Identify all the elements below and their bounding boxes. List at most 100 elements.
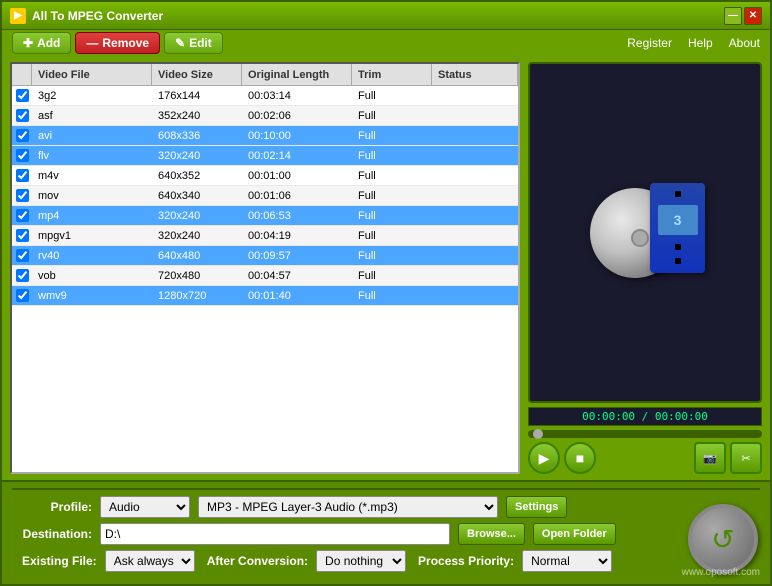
app-icon: ▶ bbox=[10, 8, 26, 24]
priority-label: Process Priority: bbox=[414, 554, 514, 568]
seek-bar[interactable] bbox=[528, 430, 762, 438]
col-header-length: Original Length bbox=[242, 64, 352, 85]
convert-button[interactable]: ↺ bbox=[688, 504, 758, 574]
register-link[interactable]: Register bbox=[627, 36, 672, 50]
priority-select[interactable]: NormalHighLowIdle bbox=[522, 550, 612, 572]
row-trim: Full bbox=[352, 90, 432, 102]
row-length: 00:04:19 bbox=[242, 230, 352, 242]
help-link[interactable]: Help bbox=[688, 36, 713, 50]
title-bar-controls: — ✕ bbox=[724, 7, 762, 25]
remove-button[interactable]: — Remove bbox=[75, 32, 160, 54]
row-size: 1280x720 bbox=[152, 290, 242, 302]
preview-screen: 3 bbox=[528, 62, 762, 403]
row-file: avi bbox=[32, 130, 152, 142]
add-label: Add bbox=[37, 36, 60, 50]
disc-center bbox=[631, 229, 649, 247]
row-file: mpgv1 bbox=[32, 230, 152, 242]
film-hole-3 bbox=[675, 258, 681, 264]
destination-row: Destination: Browse... Open Folder bbox=[22, 523, 750, 545]
seek-thumb[interactable] bbox=[533, 429, 543, 439]
row-checkbox[interactable] bbox=[12, 269, 32, 282]
table-row[interactable]: 3g2 176x144 00:03:14 Full bbox=[12, 86, 518, 106]
row-trim: Full bbox=[352, 250, 432, 262]
row-size: 176x144 bbox=[152, 90, 242, 102]
row-checkbox[interactable] bbox=[12, 289, 32, 302]
open-folder-button[interactable]: Open Folder bbox=[533, 523, 616, 545]
clip-button[interactable]: ✂ bbox=[730, 442, 762, 474]
menu-right: Register Help About bbox=[627, 36, 760, 50]
edit-label: Edit bbox=[189, 36, 212, 50]
player-left: ▶ ■ bbox=[528, 442, 596, 474]
edit-button[interactable]: ✎ Edit bbox=[164, 32, 223, 54]
row-checkbox[interactable] bbox=[12, 169, 32, 182]
screenshot-button[interactable]: 📷 bbox=[694, 442, 726, 474]
row-file: mp4 bbox=[32, 210, 152, 222]
existing-select[interactable]: Ask alwaysOverwriteSkipRename bbox=[105, 550, 195, 572]
col-header-file: Video File bbox=[32, 64, 152, 85]
row-size: 352x240 bbox=[152, 110, 242, 122]
row-length: 00:09:57 bbox=[242, 250, 352, 262]
row-trim: Full bbox=[352, 170, 432, 182]
minimize-button[interactable]: — bbox=[724, 7, 742, 25]
row-file: asf bbox=[32, 110, 152, 122]
existing-file-row: Existing File: Ask alwaysOverwriteSkipRe… bbox=[22, 550, 750, 572]
row-size: 640x340 bbox=[152, 190, 242, 202]
main-content: Video File Video Size Original Length Tr… bbox=[2, 56, 770, 480]
row-checkbox[interactable] bbox=[12, 249, 32, 262]
row-checkbox[interactable] bbox=[12, 129, 32, 142]
browse-button[interactable]: Browse... bbox=[458, 523, 525, 545]
row-checkbox[interactable] bbox=[12, 89, 32, 102]
close-button[interactable]: ✕ bbox=[744, 7, 762, 25]
table-row[interactable]: wmv9 1280x720 00:01:40 Full bbox=[12, 286, 518, 306]
format-select[interactable]: MP3 - MPEG Layer-3 Audio (*.mp3)AAC Audi… bbox=[198, 496, 498, 518]
table-row[interactable]: rv40 640x480 00:09:57 Full bbox=[12, 246, 518, 266]
title-bar-left: ▶ All To MPEG Converter bbox=[10, 8, 163, 24]
table-row[interactable]: avi 608x336 00:10:00 Full bbox=[12, 126, 518, 146]
row-checkbox[interactable] bbox=[12, 209, 32, 222]
col-header-status: Status bbox=[432, 64, 518, 85]
row-length: 00:02:06 bbox=[242, 110, 352, 122]
row-size: 608x336 bbox=[152, 130, 242, 142]
row-checkbox[interactable] bbox=[12, 149, 32, 162]
row-size: 320x240 bbox=[152, 230, 242, 242]
row-file: m4v bbox=[32, 170, 152, 182]
row-trim: Full bbox=[352, 130, 432, 142]
table-row[interactable]: mp4 320x240 00:06:53 Full bbox=[12, 206, 518, 226]
file-list-header: Video File Video Size Original Length Tr… bbox=[12, 64, 518, 86]
table-row[interactable]: asf 352x240 00:02:06 Full bbox=[12, 106, 518, 126]
row-trim: Full bbox=[352, 230, 432, 242]
row-checkbox[interactable] bbox=[12, 229, 32, 242]
row-trim: Full bbox=[352, 150, 432, 162]
remove-icon: — bbox=[86, 36, 98, 50]
remove-label: Remove bbox=[102, 36, 149, 50]
row-trim: Full bbox=[352, 290, 432, 302]
table-row[interactable]: mov 640x340 00:01:06 Full bbox=[12, 186, 518, 206]
table-row[interactable]: vob 720x480 00:04:57 Full bbox=[12, 266, 518, 286]
table-row[interactable]: m4v 640x352 00:01:00 Full bbox=[12, 166, 518, 186]
settings-button[interactable]: Settings bbox=[506, 496, 567, 518]
row-length: 00:04:57 bbox=[242, 270, 352, 282]
row-checkbox[interactable] bbox=[12, 189, 32, 202]
profile-select[interactable]: AudioVideoCustom bbox=[100, 496, 190, 518]
row-checkbox[interactable] bbox=[12, 109, 32, 122]
row-file: mov bbox=[32, 190, 152, 202]
destination-input[interactable] bbox=[100, 523, 450, 545]
stop-button[interactable]: ■ bbox=[564, 442, 596, 474]
after-select[interactable]: Do nothingShut downHibernateExit bbox=[316, 550, 406, 572]
row-size: 320x240 bbox=[152, 150, 242, 162]
film-strip: 3 bbox=[650, 183, 705, 273]
bottom-section: Profile: AudioVideoCustom MP3 - MPEG Lay… bbox=[2, 480, 770, 584]
preview-panel: 3 00:00:00 / 00:00:00 ▶ ■ 📷 ✂ bbox=[528, 62, 762, 474]
row-size: 640x480 bbox=[152, 250, 242, 262]
table-row[interactable]: flv 320x240 00:02:14 Full bbox=[12, 146, 518, 166]
player-right: 📷 ✂ bbox=[694, 442, 762, 474]
row-file: wmv9 bbox=[32, 290, 152, 302]
about-link[interactable]: About bbox=[729, 36, 760, 50]
bottom-bar: Profile: AudioVideoCustom MP3 - MPEG Lay… bbox=[12, 488, 760, 578]
add-button[interactable]: ✚ Add bbox=[12, 32, 71, 54]
film-number: 3 bbox=[674, 212, 682, 228]
table-row[interactable]: mpgv1 320x240 00:04:19 Full bbox=[12, 226, 518, 246]
film-hole-2 bbox=[675, 244, 681, 250]
play-button[interactable]: ▶ bbox=[528, 442, 560, 474]
row-trim: Full bbox=[352, 270, 432, 282]
